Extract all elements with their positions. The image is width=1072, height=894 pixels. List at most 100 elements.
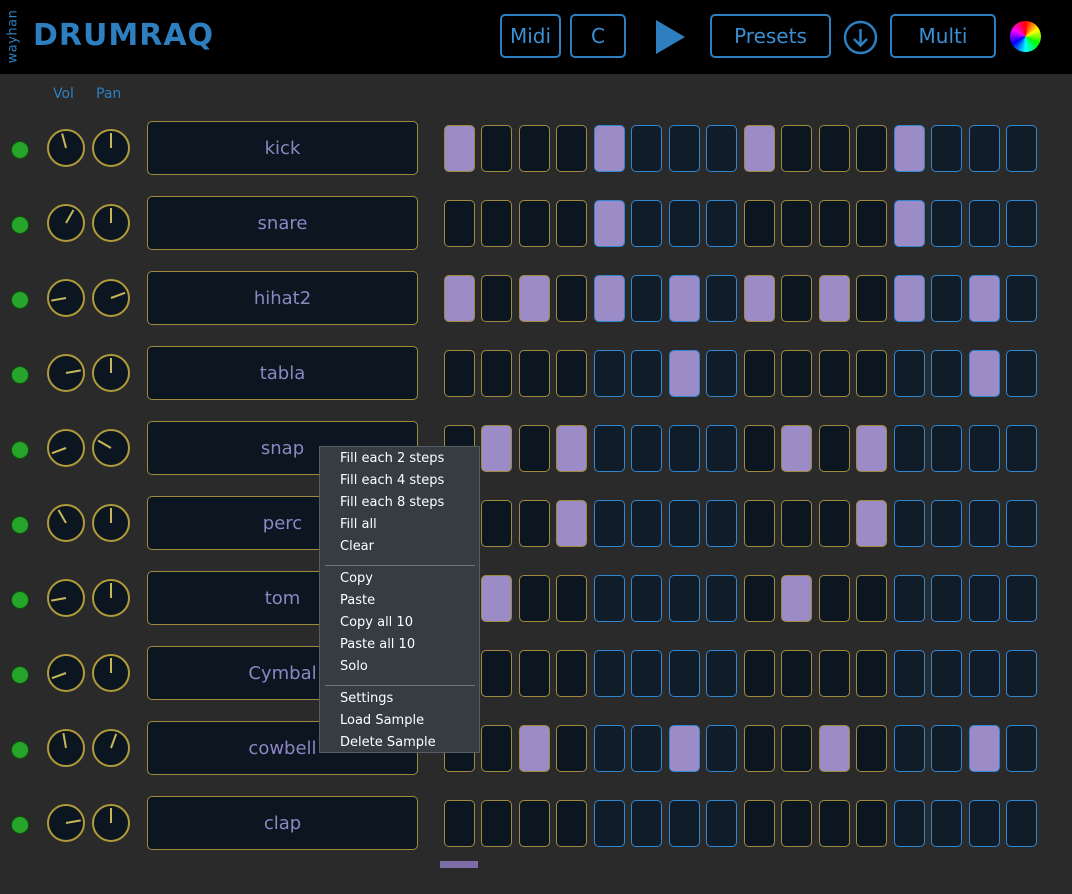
step-cell[interactable] — [1006, 575, 1037, 622]
step-cell[interactable] — [819, 125, 850, 172]
step-cell[interactable] — [969, 725, 1000, 772]
step-cell[interactable] — [481, 275, 512, 322]
step-cell[interactable] — [631, 575, 662, 622]
step-cell[interactable] — [481, 725, 512, 772]
step-cell[interactable] — [706, 350, 737, 397]
multi-button[interactable]: Multi — [890, 14, 996, 58]
step-cell[interactable] — [519, 650, 550, 697]
step-cell[interactable] — [931, 650, 962, 697]
step-cell[interactable] — [1006, 125, 1037, 172]
step-cell[interactable] — [594, 500, 625, 547]
step-cell[interactable] — [856, 575, 887, 622]
color-wheel-icon[interactable] — [1010, 21, 1041, 52]
step-cell[interactable] — [706, 200, 737, 247]
step-cell[interactable] — [631, 800, 662, 847]
pan-knob[interactable] — [92, 129, 130, 167]
track-active-led[interactable] — [11, 591, 29, 609]
menu-item-paste[interactable]: Paste — [340, 593, 375, 608]
step-cell[interactable] — [781, 425, 812, 472]
step-cell[interactable] — [744, 125, 775, 172]
step-cell[interactable] — [594, 425, 625, 472]
step-cell[interactable] — [444, 800, 475, 847]
pan-knob[interactable] — [92, 654, 130, 692]
step-cell[interactable] — [781, 500, 812, 547]
step-cell[interactable] — [444, 125, 475, 172]
key-button[interactable]: C — [570, 14, 626, 58]
track-name-button[interactable]: kick — [147, 121, 418, 175]
step-cell[interactable] — [669, 650, 700, 697]
step-cell[interactable] — [594, 575, 625, 622]
step-cell[interactable] — [819, 650, 850, 697]
step-cell[interactable] — [631, 350, 662, 397]
track-active-led[interactable] — [11, 666, 29, 684]
step-cell[interactable] — [669, 350, 700, 397]
step-cell[interactable] — [856, 650, 887, 697]
track-active-led[interactable] — [11, 141, 29, 159]
step-cell[interactable] — [969, 350, 1000, 397]
step-cell[interactable] — [744, 200, 775, 247]
step-cell[interactable] — [781, 575, 812, 622]
step-cell[interactable] — [856, 200, 887, 247]
step-cell[interactable] — [744, 650, 775, 697]
step-cell[interactable] — [706, 725, 737, 772]
track-name-button[interactable]: snare — [147, 196, 418, 250]
step-cell[interactable] — [519, 500, 550, 547]
step-cell[interactable] — [744, 725, 775, 772]
step-cell[interactable] — [556, 350, 587, 397]
step-cell[interactable] — [669, 800, 700, 847]
step-cell[interactable] — [744, 425, 775, 472]
menu-item-fill-each-2-steps[interactable]: Fill each 2 steps — [340, 451, 444, 466]
step-cell[interactable] — [969, 800, 1000, 847]
step-cell[interactable] — [594, 275, 625, 322]
step-cell[interactable] — [669, 425, 700, 472]
midi-button[interactable]: Midi — [500, 14, 561, 58]
step-cell[interactable] — [931, 350, 962, 397]
step-cell[interactable] — [669, 500, 700, 547]
step-cell[interactable] — [1006, 800, 1037, 847]
step-cell[interactable] — [706, 500, 737, 547]
step-cell[interactable] — [819, 500, 850, 547]
step-cell[interactable] — [781, 275, 812, 322]
pan-knob[interactable] — [92, 504, 130, 542]
step-cell[interactable] — [519, 200, 550, 247]
step-cell[interactable] — [744, 800, 775, 847]
step-cell[interactable] — [1006, 350, 1037, 397]
step-cell[interactable] — [894, 275, 925, 322]
step-cell[interactable] — [556, 800, 587, 847]
step-cell[interactable] — [594, 725, 625, 772]
track-name-button[interactable]: clap — [147, 796, 418, 850]
step-cell[interactable] — [631, 125, 662, 172]
step-cell[interactable] — [819, 725, 850, 772]
step-cell[interactable] — [819, 800, 850, 847]
step-cell[interactable] — [969, 650, 1000, 697]
step-cell[interactable] — [519, 800, 550, 847]
step-cell[interactable] — [669, 275, 700, 322]
step-cell[interactable] — [856, 275, 887, 322]
step-cell[interactable] — [894, 350, 925, 397]
pan-knob[interactable] — [92, 279, 130, 317]
step-cell[interactable] — [894, 800, 925, 847]
step-cell[interactable] — [931, 500, 962, 547]
step-cell[interactable] — [519, 425, 550, 472]
step-cell[interactable] — [931, 125, 962, 172]
step-cell[interactable] — [706, 275, 737, 322]
step-cell[interactable] — [481, 650, 512, 697]
track-active-led[interactable] — [11, 441, 29, 459]
step-cell[interactable] — [1006, 500, 1037, 547]
pan-knob[interactable] — [92, 204, 130, 242]
track-name-button[interactable]: hihat2 — [147, 271, 418, 325]
step-cell[interactable] — [556, 650, 587, 697]
step-cell[interactable] — [856, 425, 887, 472]
step-cell[interactable] — [556, 500, 587, 547]
step-cell[interactable] — [969, 425, 1000, 472]
menu-item-clear[interactable]: Clear — [340, 539, 374, 554]
step-cell[interactable] — [1006, 425, 1037, 472]
step-cell[interactable] — [594, 350, 625, 397]
track-active-led[interactable] — [11, 516, 29, 534]
step-cell[interactable] — [669, 575, 700, 622]
step-cell[interactable] — [969, 575, 1000, 622]
step-cell[interactable] — [631, 725, 662, 772]
step-cell[interactable] — [556, 725, 587, 772]
step-cell[interactable] — [444, 200, 475, 247]
step-cell[interactable] — [969, 125, 1000, 172]
